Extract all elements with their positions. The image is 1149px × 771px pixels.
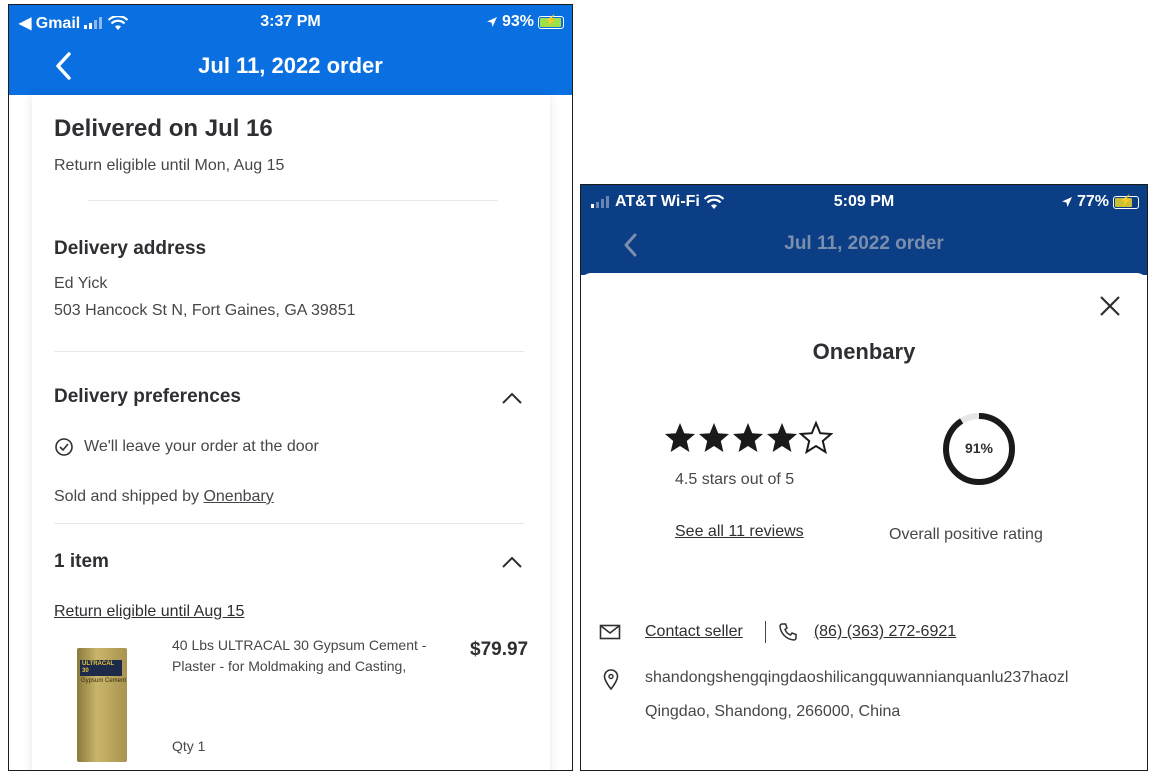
collapse-chevron-icon[interactable] <box>500 554 524 570</box>
seller-link[interactable]: Onenbary <box>203 488 273 505</box>
recipient-name: Ed Yick <box>54 275 108 292</box>
status-right: 77% ⚡ <box>1061 193 1139 211</box>
battery-percent: 77% <box>1076 193 1109 210</box>
sold-by-prefix: Sold and shipped by <box>54 488 204 505</box>
status-bar: ◀ Gmail 3:37 PM 93% ⚡ <box>9 5 572 39</box>
right-phone-screen: AT&T Wi-Fi 5:09 PM 77% ⚡ Jul 11, 2022 or… <box>580 184 1148 771</box>
phone-icon <box>779 623 797 641</box>
mail-icon <box>599 624 621 640</box>
product-image[interactable]: ULTRACAL 30 Gypsum Cement <box>77 648 127 762</box>
contact-seller-link[interactable]: Contact seller <box>645 623 743 641</box>
status-bar: AT&T Wi-Fi 5:09 PM 77% ⚡ <box>581 185 1147 219</box>
seller-address-line1: shandongshengqingdaoshilicangquwannianqu… <box>645 669 1069 686</box>
star-rating-text: 4.5 stars out of 5 <box>675 471 795 488</box>
location-arrow-icon <box>1061 197 1072 207</box>
return-eligibility-text: Return eligible until Mon, Aug 15 <box>54 157 285 174</box>
nav-bar: Jul 11, 2022 order <box>581 215 1147 275</box>
sold-by-row: Sold and shipped by Onenbary <box>54 488 274 506</box>
location-pin-icon <box>603 669 619 691</box>
delivery-status-heading: Delivered on Jul 16 <box>54 115 273 142</box>
seller-name: Onenbary <box>812 339 916 364</box>
nav-bar: Jul 11, 2022 order <box>9 39 572 95</box>
positive-rating-percent: 91% <box>964 440 994 456</box>
order-details-card: Delivered on Jul 16 Return eligible unti… <box>32 95 550 770</box>
product-title[interactable]: 40 Lbs ULTRACAL 30 Gypsum Cement - Plast… <box>172 635 472 677</box>
page-title: Jul 11, 2022 order <box>198 53 383 78</box>
left-phone-screen: ◀ Gmail 3:37 PM 93% ⚡ Jul 11, 2022 order… <box>8 4 573 771</box>
seller-phone-link[interactable]: (86) (363) 272-6921 <box>814 623 956 641</box>
delivery-address-heading: Delivery address <box>54 238 207 259</box>
product-image-sublabel: Gypsum Cement <box>81 678 127 684</box>
items-heading: 1 item <box>54 551 109 572</box>
contact-row: Contact seller (86) (363) 272-6921 <box>599 621 956 643</box>
product-title-line1: 40 Lbs ULTRACAL 30 Gypsum Cement - <box>172 637 427 653</box>
see-all-reviews-link[interactable]: See all 11 reviews <box>675 523 804 541</box>
seller-address-line2: Qingdao, Shandong, 266000, China <box>645 703 901 720</box>
delivery-preference-text: We'll leave your order at the door <box>84 438 319 455</box>
delivery-preferences-heading: Delivery preferences <box>54 386 241 407</box>
divider <box>54 351 524 352</box>
collapse-chevron-icon[interactable] <box>500 390 524 406</box>
battery-icon: ⚡ <box>1113 195 1139 209</box>
divider <box>764 621 766 643</box>
product-title-line2: Plaster - for Moldmaking and Casting, <box>172 658 407 674</box>
close-icon[interactable] <box>1099 295 1121 317</box>
return-eligible-link[interactable]: Return eligible until Aug 15 <box>54 603 244 621</box>
check-circle-icon <box>55 438 73 456</box>
page-title: Jul 11, 2022 order <box>784 233 944 254</box>
battery-percent: 93% <box>501 13 534 30</box>
battery-icon: ⚡ <box>538 15 564 29</box>
seller-info-sheet: Onenbary 4.5 stars out of 5 See all 11 r… <box>581 273 1147 770</box>
star-rating-icon <box>665 422 832 453</box>
location-arrow-icon <box>486 17 497 27</box>
divider <box>54 523 524 524</box>
street-address: 503 Hancock St N, Fort Gaines, GA 39851 <box>54 302 356 319</box>
positive-rating-text: Overall positive rating <box>889 526 1043 543</box>
product-price: $79.97 <box>470 639 529 660</box>
status-right: 93% ⚡ <box>486 13 564 31</box>
delivery-preference-option: We'll leave your order at the door <box>54 437 319 457</box>
product-image-label: ULTRACAL 30 <box>80 660 122 676</box>
product-quantity: Qty 1 <box>172 738 206 754</box>
divider <box>88 200 498 201</box>
